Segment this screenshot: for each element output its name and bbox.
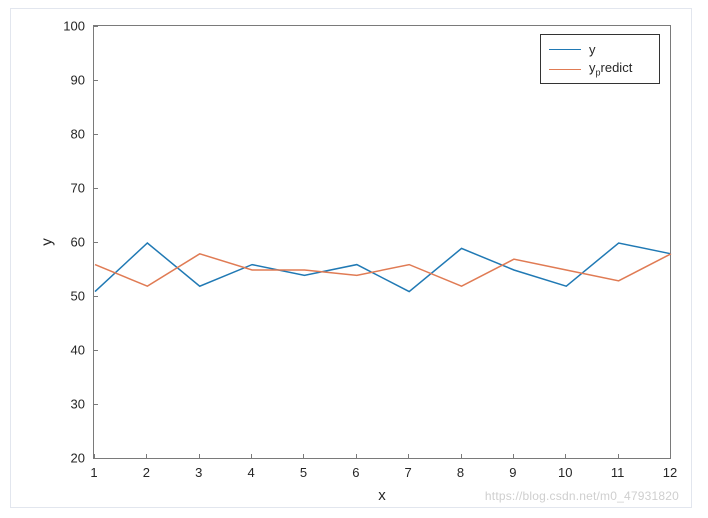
x-tick-label: 6 bbox=[352, 465, 359, 480]
x-tick-label: 7 bbox=[405, 465, 412, 480]
series-line bbox=[95, 254, 671, 286]
y-tick bbox=[93, 350, 98, 351]
watermark-text: https://blog.csdn.net/m0_47931820 bbox=[485, 489, 679, 503]
x-tick-label: 1 bbox=[90, 465, 97, 480]
legend-item: ypredict bbox=[549, 59, 651, 79]
x-axis-label: x bbox=[378, 487, 386, 504]
x-tick bbox=[303, 454, 304, 459]
x-tick-label: 11 bbox=[611, 465, 625, 480]
chart-frame: y ypredict x y https://blog.csdn.net/m0_4… bbox=[10, 8, 692, 508]
legend-item: y bbox=[549, 39, 651, 59]
y-tick bbox=[93, 134, 98, 135]
y-tick bbox=[93, 80, 98, 81]
y-tick bbox=[93, 404, 98, 405]
x-tick bbox=[251, 454, 252, 459]
x-tick-label: 5 bbox=[300, 465, 307, 480]
plot-area: y ypredict bbox=[93, 25, 671, 459]
x-tick-label: 9 bbox=[509, 465, 516, 480]
y-tick-label: 30 bbox=[71, 397, 85, 412]
legend-swatch bbox=[549, 49, 581, 50]
x-tick bbox=[670, 454, 671, 459]
x-tick-label: 2 bbox=[143, 465, 150, 480]
x-tick-label: 10 bbox=[558, 465, 572, 480]
y-tick-label: 60 bbox=[71, 235, 85, 250]
y-tick-label: 90 bbox=[71, 73, 85, 88]
y-tick-label: 80 bbox=[71, 127, 85, 142]
x-tick bbox=[513, 454, 514, 459]
y-tick bbox=[93, 188, 98, 189]
x-tick-label: 8 bbox=[457, 465, 464, 480]
y-tick bbox=[93, 242, 98, 243]
legend: y ypredict bbox=[540, 34, 660, 84]
legend-label: ypredict bbox=[589, 60, 632, 78]
y-tick bbox=[93, 458, 98, 459]
x-tick bbox=[565, 454, 566, 459]
y-tick-label: 100 bbox=[63, 19, 85, 34]
y-tick-label: 40 bbox=[71, 343, 85, 358]
y-tick-label: 70 bbox=[71, 181, 85, 196]
x-tick-label: 4 bbox=[247, 465, 254, 480]
x-tick bbox=[618, 454, 619, 459]
x-tick bbox=[461, 454, 462, 459]
x-tick bbox=[408, 454, 409, 459]
legend-swatch bbox=[549, 69, 581, 70]
x-tick bbox=[199, 454, 200, 459]
x-tick bbox=[356, 454, 357, 459]
x-tick-label: 12 bbox=[663, 465, 677, 480]
legend-label: y bbox=[589, 42, 596, 57]
x-tick-label: 3 bbox=[195, 465, 202, 480]
y-tick-label: 50 bbox=[71, 289, 85, 304]
y-tick bbox=[93, 26, 98, 27]
y-axis-label: y bbox=[39, 238, 56, 246]
y-tick bbox=[93, 296, 98, 297]
x-tick bbox=[146, 454, 147, 459]
chart-lines bbox=[94, 26, 672, 460]
y-tick-label: 20 bbox=[71, 451, 85, 466]
series-line bbox=[95, 243, 671, 292]
